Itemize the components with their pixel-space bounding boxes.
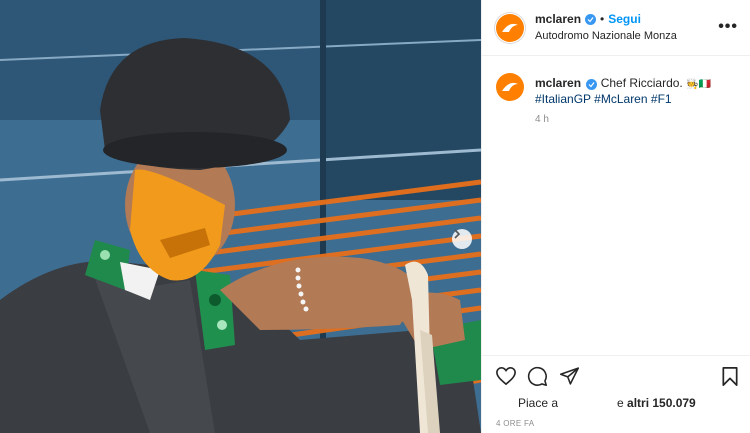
post-side-panel: mclaren • Segui Autodromo Nazionale Monz… — [481, 0, 750, 433]
next-arrow-icon — [454, 229, 461, 239]
hashtag-italiangp[interactable]: #ItalianGP — [535, 92, 591, 106]
caption-emoji: 🧑‍🍳🇮🇹 — [686, 79, 711, 90]
share-icon[interactable] — [559, 366, 580, 386]
action-bar — [482, 355, 750, 395]
header-username[interactable]: mclaren — [535, 12, 581, 26]
post-header: mclaren • Segui Autodromo Nazionale Monz… — [482, 0, 750, 56]
verified-icon — [586, 79, 598, 90]
bookmark-icon[interactable] — [721, 366, 739, 387]
hashtag-mclaren[interactable]: #McLaren — [594, 92, 647, 106]
comment-icon[interactable] — [527, 366, 548, 387]
mclaren-logo-icon — [502, 82, 518, 91]
location-link[interactable]: Autodromo Nazionale Monza — [535, 30, 677, 42]
header-user-line: mclaren • Segui — [535, 12, 641, 26]
mclaren-logo-icon — [502, 23, 518, 32]
post-photo[interactable] — [0, 0, 481, 433]
more-icon[interactable]: ••• — [718, 18, 738, 36]
likes-prefix: Piace a — [518, 396, 559, 410]
likes-conjunction: e — [617, 396, 628, 410]
next-photo-button[interactable] — [452, 229, 472, 249]
hashtag-f1[interactable]: #F1 — [651, 92, 672, 106]
likes-count-line[interactable]: e altri 150.079 — [617, 396, 696, 410]
heart-icon[interactable] — [495, 366, 517, 386]
likes-count[interactable]: altri 150.079 — [627, 396, 696, 410]
caption-comment: mclaren Chef Ricciardo. 🧑‍🍳🇮🇹 #ItalianGP… — [535, 76, 740, 107]
photo-illustration — [0, 0, 481, 433]
follow-button[interactable]: Segui — [608, 12, 641, 26]
post-date[interactable]: 4 ORE FA — [496, 419, 534, 428]
caption-avatar[interactable] — [496, 73, 524, 101]
caption-text: Chef Ricciardo. — [600, 76, 683, 90]
hashtag-list: #ItalianGP #McLaren #F1 — [535, 92, 672, 106]
avatar[interactable] — [496, 14, 524, 42]
separator-dot: • — [600, 12, 605, 26]
comment-timestamp: 4 h — [535, 114, 549, 125]
caption-username[interactable]: mclaren — [535, 76, 581, 90]
verified-icon — [585, 13, 597, 25]
